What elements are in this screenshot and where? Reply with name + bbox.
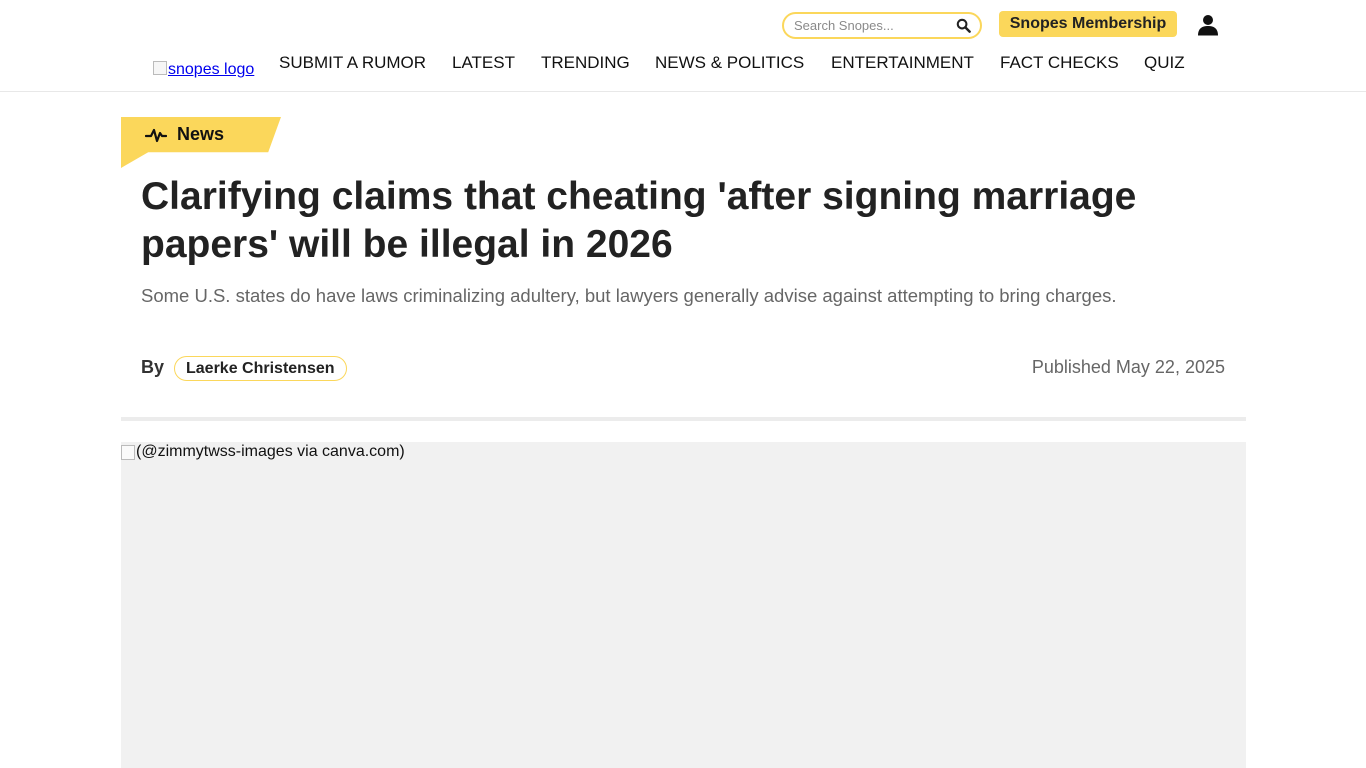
user-icon[interactable] <box>1197 14 1219 36</box>
nav-trending[interactable]: TRENDING <box>541 53 630 73</box>
byline-prefix: By <box>141 357 165 377</box>
membership-button[interactable]: Snopes Membership <box>999 11 1177 37</box>
pulse-icon <box>145 128 167 142</box>
hero-alt-text: (@zimmytwss-images via canva.com) <box>136 443 405 460</box>
article-title: Clarifying claims that cheating 'after s… <box>141 175 1137 266</box>
author-link[interactable]: Laerke Christensen <box>174 356 347 381</box>
nav-news-politics[interactable]: NEWS & POLITICS <box>655 53 804 73</box>
broken-image-icon <box>153 61 167 75</box>
article-subtitle: Some U.S. states do have laws criminaliz… <box>141 285 1117 306</box>
broken-image-icon <box>121 444 135 460</box>
nav-entertainment[interactable]: ENTERTAINMENT <box>831 53 974 73</box>
category-tag[interactable]: News <box>145 124 224 145</box>
hero-image: (@zimmytwss-images via canva.com) <box>121 442 1246 768</box>
site-header: Snopes Membership snopes logo SUBMIT A R… <box>0 0 1366 92</box>
site-logo-link[interactable]: snopes logo <box>153 61 254 79</box>
search-box[interactable] <box>782 12 982 39</box>
search-input[interactable] <box>794 17 944 34</box>
logo-alt-text: snopes logo <box>168 61 255 78</box>
nav-latest[interactable]: LATEST <box>452 53 515 73</box>
publish-date: Published May 22, 2025 <box>1031 357 1225 377</box>
nav-submit-a-rumor[interactable]: SUBMIT A RUMOR <box>279 53 426 73</box>
divider <box>121 417 1246 421</box>
category-label: News <box>177 124 225 144</box>
nav-fact-checks[interactable]: FACT CHECKS <box>1000 53 1119 73</box>
hero-image-alt: (@zimmytwss-images via canva.com) <box>121 443 405 461</box>
nav-quiz[interactable]: QUIZ <box>1144 53 1185 73</box>
search-icon[interactable] <box>956 18 971 33</box>
